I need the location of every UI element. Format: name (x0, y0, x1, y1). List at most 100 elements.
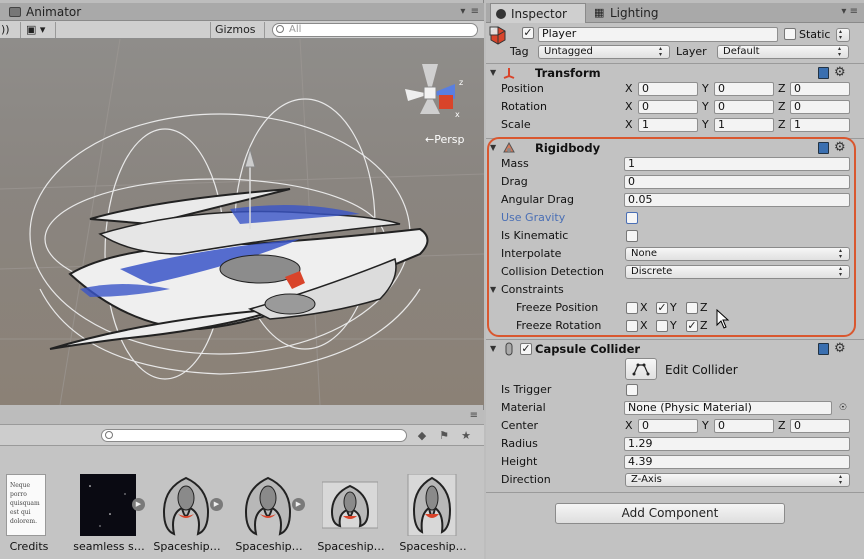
static-dropdown[interactable] (836, 28, 850, 42)
audio-icon[interactable]: )) (1, 22, 13, 38)
position-label: Position (501, 82, 544, 95)
scale-y-field[interactable]: 1 (714, 118, 774, 132)
constraints-row[interactable]: ▼ Constraints (486, 281, 864, 299)
persp-label[interactable]: ←Persp (425, 133, 464, 146)
expand-arrow-icon[interactable]: ▶ (292, 498, 305, 511)
expand-arrow-icon[interactable]: ▶ (132, 498, 145, 511)
mass-field[interactable]: 1 (624, 157, 850, 171)
scene-render: z x (0, 39, 484, 405)
freeze-position-x-checkbox[interactable] (626, 302, 638, 314)
asset-item-spaceship-1[interactable]: ▶ Spaceship… (150, 474, 224, 554)
window-menu-icon[interactable]: ▾ ≡ (460, 6, 480, 17)
add-component-button[interactable]: Add Component (555, 503, 785, 524)
angular-drag-field[interactable]: 0.05 (624, 193, 850, 207)
rotation-z-field[interactable]: 0 (790, 100, 850, 114)
help-book-icon[interactable] (818, 343, 829, 355)
drag-row: Drag 0 (486, 173, 864, 191)
freeze-rotation-z-checkbox[interactable]: ✓ (686, 320, 698, 332)
tab-lighting[interactable]: ▦ Lighting (592, 3, 672, 23)
filter-by-label-icon[interactable]: ⚑ (437, 430, 451, 442)
scale-x-field[interactable]: 1 (638, 118, 698, 132)
filter-by-type-icon[interactable]: ◆ (415, 430, 429, 442)
collision-detection-dropdown[interactable]: Discrete (625, 265, 850, 279)
asset-label: Spaceship… (153, 540, 221, 553)
tab-animator[interactable]: Animator (0, 3, 110, 21)
capsule-icon (505, 342, 513, 356)
foldout-arrow-icon[interactable]: ▼ (490, 143, 496, 152)
effects-icon[interactable]: ▣ ▾ (20, 22, 56, 38)
center-y-field[interactable]: 0 (714, 419, 774, 433)
radius-field[interactable]: 1.29 (624, 437, 850, 451)
scale-row: Scale X 1 Y 1 Z 1 (486, 116, 864, 134)
interpolate-dropdown[interactable]: None (625, 247, 850, 261)
drag-field[interactable]: 0 (624, 175, 850, 189)
gear-icon[interactable]: ⚙ (834, 341, 846, 356)
asset-item-spaceship-2[interactable]: ▶ Spaceship… (232, 474, 306, 554)
scale-z-field[interactable]: 1 (790, 118, 850, 132)
gear-icon[interactable]: ⚙ (834, 140, 846, 155)
gear-icon[interactable]: ⚙ (834, 65, 846, 80)
position-row: Position X 0 Y 0 Z 0 (486, 80, 864, 98)
object-picker-icon[interactable]: ☉ (839, 399, 847, 417)
layer-dropdown[interactable]: Default (717, 45, 849, 59)
axis-y-label: Y (702, 100, 709, 113)
rotation-y-field[interactable]: 0 (714, 100, 774, 114)
object-name-field[interactable]: Player (538, 27, 778, 42)
is-trigger-checkbox[interactable] (626, 384, 638, 396)
asset-item-spaceship-4[interactable]: Spaceship… (396, 474, 470, 554)
use-gravity-checkbox[interactable] (626, 212, 638, 224)
position-x-field[interactable]: 0 (638, 82, 698, 96)
mass-row: Mass 1 (486, 155, 864, 173)
axis-x-label: X (640, 319, 648, 332)
rigidbody-header[interactable]: ▼ Rigidbody ⚙ (486, 138, 864, 156)
gizmos-dropdown[interactable]: Gizmos ▾ (210, 22, 265, 52)
freeze-rotation-y-checkbox[interactable] (656, 320, 668, 332)
is-trigger-label: Is Trigger (501, 383, 552, 396)
transform-header[interactable]: ▼ Transform ⚙ (486, 63, 864, 81)
tag-dropdown[interactable]: Untagged (538, 45, 670, 59)
window-menu-icon[interactable]: ▾ ≡ (841, 6, 858, 17)
project-window-menu-icon[interactable]: ≡ (470, 410, 478, 421)
rotation-x-field[interactable]: 0 (638, 100, 698, 114)
help-book-icon[interactable] (818, 67, 829, 79)
collision-detection-row: Collision Detection Discrete (486, 263, 864, 281)
project-search-input[interactable] (101, 429, 407, 442)
foldout-arrow-icon[interactable]: ▼ (490, 285, 496, 294)
direction-dropdown[interactable]: Z-Axis (625, 473, 850, 487)
asset-item-seamless[interactable]: ▶ seamless s… (72, 474, 146, 554)
static-label: Static (799, 28, 831, 41)
freeze-position-y-checkbox[interactable]: ✓ (656, 302, 668, 314)
freeze-position-z-checkbox[interactable] (686, 302, 698, 314)
scene-search-input[interactable]: All (272, 23, 478, 37)
is-kinematic-checkbox[interactable] (626, 230, 638, 242)
active-checkbox[interactable]: ✓ (522, 27, 534, 39)
tab-inspector[interactable]: Inspector (490, 3, 586, 23)
orientation-gizmo[interactable]: z x (405, 64, 463, 119)
axis-x-label: X (625, 118, 633, 131)
center-z-field[interactable]: 0 (790, 419, 850, 433)
material-field[interactable]: None (Physic Material) (624, 401, 832, 415)
foldout-arrow-icon[interactable]: ▼ (490, 68, 496, 77)
help-book-icon[interactable] (818, 142, 829, 154)
favorites-icon[interactable]: ★ (459, 430, 473, 442)
static-checkbox[interactable] (784, 28, 796, 40)
freeze-rotation-x-checkbox[interactable] (626, 320, 638, 332)
freeze-position-row: Freeze Position X ✓ Y Z (486, 299, 864, 317)
asset-item-credits[interactable]: Neque porro quisquam est qui dolorem. Cr… (0, 474, 66, 554)
material-row: Material None (Physic Material) ☉ (486, 399, 864, 417)
capsule-collider-header[interactable]: ▼ ✓ Capsule Collider ⚙ (486, 339, 864, 357)
edit-collider-button[interactable] (625, 358, 657, 380)
direction-row: Direction Z-Axis (486, 471, 864, 489)
position-y-field[interactable]: 0 (714, 82, 774, 96)
rigidbody-icon (503, 141, 515, 153)
foldout-arrow-icon[interactable]: ▼ (490, 344, 496, 353)
is-trigger-row: Is Trigger (486, 381, 864, 399)
is-kinematic-row: Is Kinematic (486, 227, 864, 245)
center-x-field[interactable]: 0 (638, 419, 698, 433)
position-z-field[interactable]: 0 (790, 82, 850, 96)
capsule-enabled-checkbox[interactable]: ✓ (520, 343, 532, 355)
expand-arrow-icon[interactable]: ▶ (210, 498, 223, 511)
scene-viewport[interactable]: z x ←Persp (0, 39, 484, 405)
asset-item-spaceship-3[interactable]: Spaceship… (314, 474, 388, 554)
height-field[interactable]: 4.39 (624, 455, 850, 469)
